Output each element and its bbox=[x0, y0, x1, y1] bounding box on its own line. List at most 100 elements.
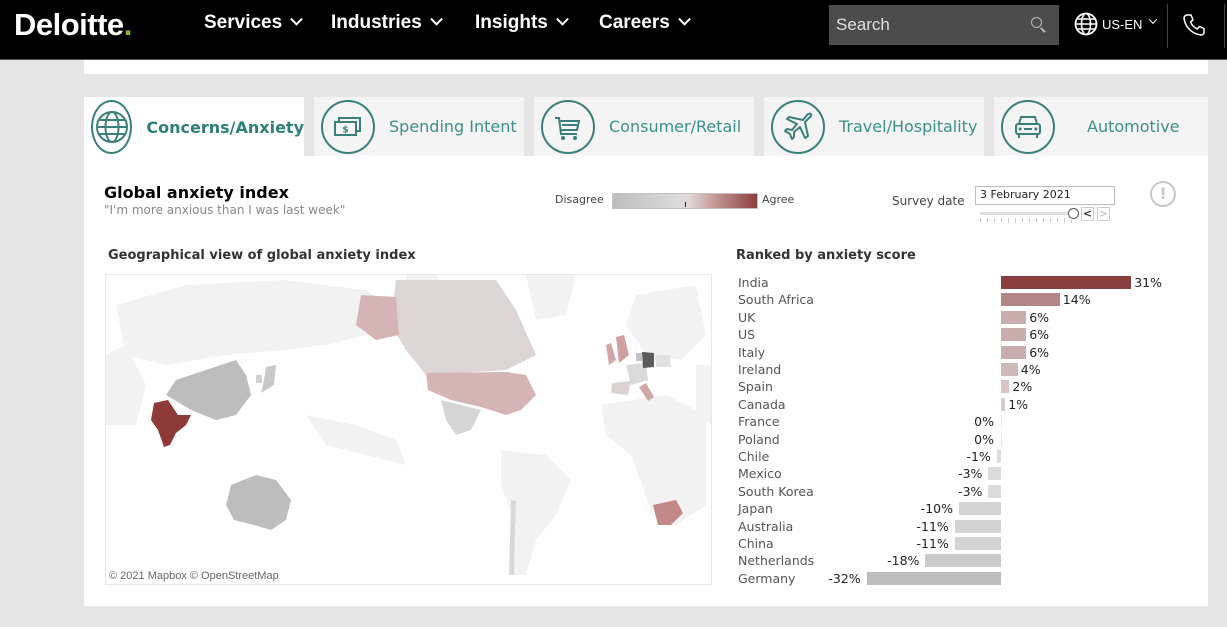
ranking-row[interactable]: Chile -1% bbox=[736, 448, 1196, 465]
nav-item-insights[interactable]: Insights bbox=[475, 12, 569, 34]
tab-label: Spending Intent bbox=[389, 117, 517, 136]
chevron-down-icon bbox=[429, 12, 443, 26]
phone-icon[interactable] bbox=[1181, 12, 1207, 42]
previous-date-button[interactable]: < bbox=[1081, 207, 1094, 221]
bar[interactable] bbox=[988, 484, 1001, 498]
bar[interactable] bbox=[959, 502, 1001, 516]
nav-item-industries[interactable]: Industries bbox=[331, 12, 443, 34]
chevron-down-icon bbox=[290, 12, 304, 26]
logo-dot: . bbox=[123, 7, 133, 42]
ranking-row[interactable]: Japan -10% bbox=[736, 500, 1196, 517]
bar[interactable] bbox=[996, 450, 1001, 463]
tab-label: Automotive bbox=[1087, 117, 1180, 136]
value-label: -3% bbox=[958, 466, 983, 482]
tab-travel-hospitality[interactable]: Travel/Hospitality bbox=[764, 97, 984, 156]
ranking-title: Ranked by anxiety score bbox=[736, 248, 916, 263]
dashboard-title: Global anxiety index bbox=[104, 183, 289, 202]
map-canvas bbox=[106, 275, 711, 575]
dashboard-panel: Global anxiety index "I'm more anxious t… bbox=[84, 156, 1208, 606]
bar[interactable] bbox=[1001, 310, 1027, 324]
ranking-row[interactable]: Italy 6% bbox=[736, 344, 1196, 361]
bar[interactable] bbox=[1001, 363, 1018, 376]
locale-selector[interactable]: US-EN bbox=[1074, 12, 1158, 36]
survey-date-label: Survey date bbox=[892, 194, 965, 208]
shopping-cart-icon bbox=[541, 99, 595, 154]
chevron-down-icon bbox=[677, 12, 691, 26]
value-label: 0% bbox=[974, 414, 994, 430]
survey-date-select[interactable]: 3 February 2021 bbox=[975, 186, 1115, 205]
top-navigation: Deloitte. Services Industries Insights C… bbox=[0, 0, 1227, 60]
color-legend bbox=[612, 193, 758, 209]
country-label: Ireland bbox=[738, 362, 782, 377]
tab-automotive[interactable]: Automotive bbox=[994, 97, 1208, 156]
tab-concerns-anxiety[interactable]: Concerns/Anxiety bbox=[84, 97, 304, 157]
airplane-icon bbox=[771, 99, 825, 154]
country-label: France bbox=[738, 414, 780, 430]
bar[interactable] bbox=[866, 571, 1001, 585]
bar[interactable] bbox=[1001, 415, 1002, 429]
map-country-italy bbox=[639, 383, 654, 401]
map-title: Geographical view of global anxiety inde… bbox=[108, 248, 416, 263]
bar[interactable] bbox=[1001, 276, 1132, 289]
map-attribution[interactable]: © 2021 Mapbox © OpenStreetMap bbox=[109, 570, 279, 582]
bar[interactable] bbox=[1001, 293, 1060, 307]
bar[interactable] bbox=[988, 467, 1001, 481]
world-map[interactable]: © 2021 Mapbox © OpenStreetMap bbox=[105, 274, 712, 585]
map-country-spain bbox=[611, 381, 631, 395]
bar[interactable] bbox=[1001, 432, 1002, 446]
bar[interactable] bbox=[1001, 328, 1027, 342]
globe-icon bbox=[1074, 12, 1098, 36]
ranking-row[interactable]: Canada 1% bbox=[736, 396, 1196, 413]
ranking-row[interactable]: Ireland 4% bbox=[736, 361, 1196, 378]
country-label: Spain bbox=[738, 379, 773, 395]
ranking-row[interactable]: Poland 0% bbox=[736, 431, 1196, 448]
value-label: 1% bbox=[1008, 396, 1029, 412]
ranking-row[interactable]: Mexico -3% bbox=[736, 465, 1196, 482]
legend-high-label: Agree bbox=[762, 193, 795, 206]
date-slider-ticks bbox=[980, 218, 1072, 223]
ranking-row[interactable]: Australia -11% bbox=[736, 518, 1196, 535]
info-icon[interactable]: ! bbox=[1150, 181, 1176, 207]
ranking-row[interactable]: Netherlands -18% bbox=[736, 552, 1196, 569]
map-country-ireland bbox=[606, 343, 616, 365]
ranking-row[interactable]: China -11% bbox=[736, 535, 1196, 552]
nav-label: Careers bbox=[599, 12, 670, 33]
ranking-row[interactable]: South Korea -3% bbox=[736, 483, 1196, 500]
map-country-poland bbox=[655, 355, 671, 367]
map-country-japan bbox=[261, 365, 276, 393]
deloitte-logo[interactable]: Deloitte. bbox=[14, 7, 132, 43]
tab-consumer-retail[interactable]: Consumer/Retail bbox=[534, 97, 754, 156]
bar[interactable] bbox=[925, 554, 1001, 568]
ranking-row[interactable]: US 6% bbox=[736, 326, 1196, 343]
bar[interactable] bbox=[954, 519, 1001, 533]
value-label: 31% bbox=[1134, 275, 1162, 290]
search-input[interactable] bbox=[836, 15, 1029, 35]
ranking-row[interactable]: Spain 2% bbox=[736, 378, 1196, 395]
bar[interactable] bbox=[954, 537, 1001, 550]
nav-item-services[interactable]: Services bbox=[204, 12, 304, 34]
value-label: -32% bbox=[828, 570, 861, 586]
next-date-button[interactable]: > bbox=[1097, 207, 1110, 221]
value-label: 6% bbox=[1029, 344, 1050, 360]
value-label: 0% bbox=[974, 431, 994, 447]
nav-label: Industries bbox=[331, 12, 422, 33]
bar[interactable] bbox=[1001, 397, 1006, 411]
legend-midpoint-tick bbox=[685, 202, 686, 207]
tab-spending-intent[interactable]: $ Spending Intent bbox=[314, 97, 524, 156]
bar[interactable] bbox=[1001, 345, 1027, 359]
ranking-row[interactable]: India 31% bbox=[736, 274, 1196, 291]
nav-item-careers[interactable]: Careers bbox=[599, 12, 691, 34]
ranking-row[interactable]: UK 6% bbox=[736, 309, 1196, 326]
search-icon[interactable] bbox=[1029, 15, 1049, 35]
chevron-down-icon bbox=[555, 12, 569, 26]
date-slider-track[interactable] bbox=[980, 212, 1068, 215]
ranking-row[interactable]: South Africa 14% bbox=[736, 291, 1196, 308]
ranking-row[interactable]: Germany -32% bbox=[736, 570, 1196, 587]
country-label: UK bbox=[738, 309, 756, 325]
bar[interactable] bbox=[1001, 380, 1010, 394]
ranking-row[interactable]: France 0% bbox=[736, 413, 1196, 430]
country-label: China bbox=[738, 536, 774, 551]
nav-label: Insights bbox=[475, 12, 548, 33]
country-label: Mexico bbox=[738, 466, 782, 482]
value-label: 14% bbox=[1062, 292, 1091, 308]
